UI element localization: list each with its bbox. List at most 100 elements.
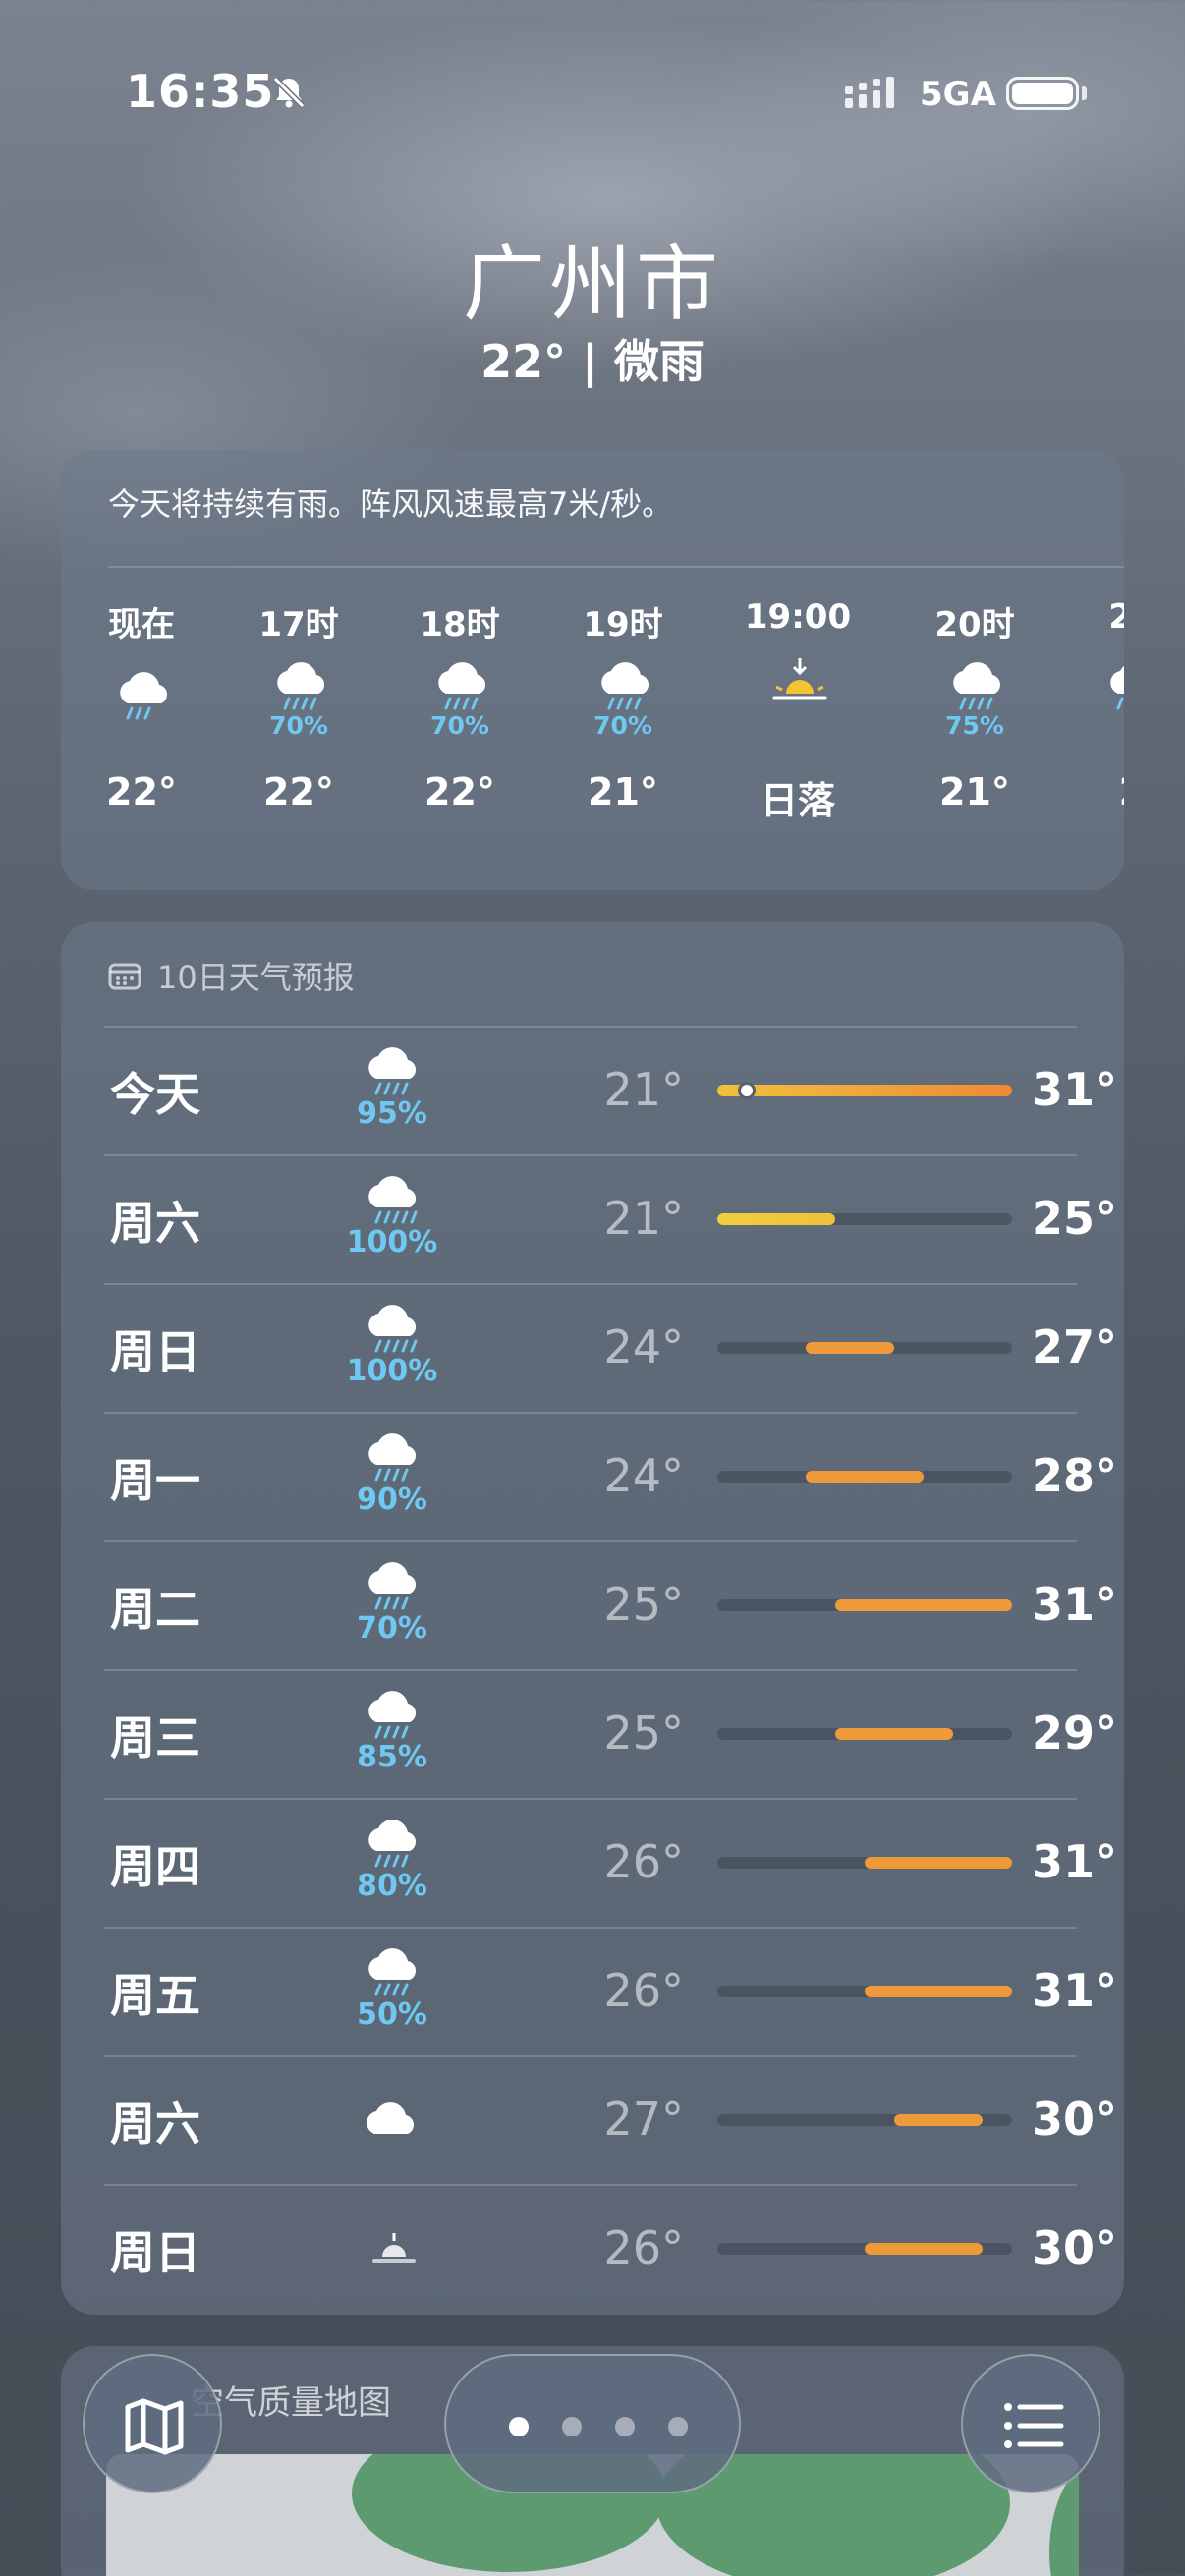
page-dot[interactable] — [509, 2417, 529, 2436]
temperature-range-bar — [835, 1599, 1012, 1611]
daily-precip: 95% — [357, 1096, 427, 1131]
daily-low: 26° — [603, 1835, 684, 1888]
hourly-item: 18时 70% 22° — [391, 597, 529, 872]
hourly-time: 19:00 — [744, 597, 852, 637]
daily-high: 31° — [1032, 1578, 1118, 1631]
hourly-description: 今天将持续有雨。阵风风速最高7米/秒。 — [108, 485, 674, 523]
daily-row[interactable]: 周六 27° 30° — [104, 2055, 1117, 2184]
hourly-precip: 70% — [593, 711, 652, 740]
page-dot[interactable] — [562, 2417, 582, 2436]
daily-day: 周日 — [110, 2226, 200, 2279]
map-icon — [125, 2398, 184, 2455]
temperature-range-bar — [806, 1342, 894, 1354]
daily-row[interactable]: 周三 85% 25° 29° — [104, 1669, 1117, 1798]
daily-day: 周六 — [110, 1197, 200, 1250]
hourly-precip: 7 — [1063, 711, 1124, 740]
cloud-rain-icon — [358, 1426, 426, 1484]
daily-day: 周一 — [110, 1454, 200, 1507]
daily-row[interactable]: 周五 50% 26° 31° — [104, 1927, 1117, 2055]
row-divider — [104, 1669, 1077, 1671]
temperature-range-track — [717, 1342, 1012, 1354]
daily-low: 26° — [603, 2221, 684, 2274]
page-dot[interactable] — [668, 2417, 688, 2436]
daily-high: 29° — [1032, 1707, 1118, 1760]
daily-precip: 100% — [346, 1225, 438, 1260]
daily-high: 30° — [1032, 2093, 1118, 2146]
daily-low: 26° — [603, 1964, 684, 2017]
temperature-range-bar — [894, 2114, 983, 2126]
page-dot[interactable] — [615, 2417, 635, 2436]
cloud-rain-icon — [358, 1039, 426, 1098]
hourly-divider — [108, 566, 1124, 568]
daily-high: 31° — [1032, 1835, 1118, 1888]
hourly-item: 19:00 日落 — [729, 597, 867, 872]
daily-day: 周日 — [110, 1325, 200, 1378]
daily-day: 今天 — [110, 1068, 200, 1121]
daily-low: 27° — [603, 2093, 684, 2146]
hourly-temperature: 21° — [588, 770, 658, 813]
row-divider — [104, 1927, 1077, 1929]
daily-row[interactable]: 周日 100% 24° 27° — [104, 1283, 1117, 1412]
sunset-icon — [768, 654, 831, 713]
temperature-range-bar — [865, 1857, 1012, 1869]
hourly-temperature: 22° — [263, 770, 334, 813]
cloud-rain-icon — [358, 1812, 426, 1871]
daily-high: 25° — [1032, 1192, 1118, 1245]
daily-row[interactable]: 周四 80% 26° 31° — [104, 1798, 1117, 1927]
temperature-range-track — [717, 1471, 1012, 1483]
signal-bars-icon — [845, 77, 894, 108]
temperature-range-bar — [717, 1085, 1012, 1096]
daily-precip: 85% — [357, 1740, 427, 1774]
status-bar: 16:35 5GA — [0, 65, 1185, 128]
daily-day: 周五 — [110, 1969, 200, 2022]
hourly-time: 19时 — [583, 605, 663, 644]
cloud-icon — [358, 2089, 426, 2148]
cloud-drizzle-icon — [112, 664, 175, 723]
ten-day-title: 10日天气预报 — [157, 959, 355, 996]
daily-precip: 70% — [357, 1611, 427, 1646]
status-time: 16:35 — [126, 65, 275, 118]
page-indicator[interactable] — [444, 2354, 741, 2493]
cloud-heavy-rain-icon — [358, 1297, 426, 1356]
temperature-range-track — [717, 1213, 1012, 1225]
daily-row[interactable]: 周六 100% 21° 25° — [104, 1154, 1117, 1283]
daily-low: 21° — [603, 1192, 684, 1245]
map-button[interactable] — [83, 2354, 222, 2493]
bell-slash-icon — [272, 76, 306, 109]
hourly-precip: 70% — [269, 711, 328, 740]
daily-precip: 80% — [357, 1869, 427, 1903]
hourly-precip: 75% — [945, 711, 1004, 740]
sun-haze-icon — [358, 2217, 426, 2276]
daily-row[interactable]: 今天 95% 21° 31° — [104, 1026, 1117, 1154]
hourly-time: 18时 — [420, 605, 500, 644]
cloud-rain-icon — [430, 654, 493, 713]
cloud-rain-icon — [1102, 654, 1124, 713]
hourly-time: 21 — [1108, 597, 1124, 637]
city-list-button[interactable] — [961, 2354, 1100, 2493]
hourly-forecast-card[interactable]: 今天将持续有雨。阵风风速最高7米/秒。 现在 22° 17时 70% 22° 18时 70%… — [61, 450, 1124, 890]
temperature-range-bar — [865, 2243, 983, 2255]
hourly-time: 20时 — [934, 605, 1015, 644]
row-divider — [104, 1798, 1077, 1800]
current-temp-marker — [738, 1082, 756, 1099]
temperature-range-bar — [835, 1728, 953, 1740]
cloud-rain-icon — [358, 1940, 426, 1999]
daily-day: 周三 — [110, 1711, 200, 1764]
daily-row[interactable]: 周二 70% 25° 31° — [104, 1540, 1117, 1669]
battery-icon — [1006, 77, 1079, 110]
cloud-rain-icon — [269, 654, 332, 713]
temperature-range-track — [717, 1728, 1012, 1740]
hourly-temperature: 21° — [939, 770, 1010, 813]
hourly-time: 17时 — [258, 605, 339, 644]
daily-row[interactable]: 周一 90% 24° 28° — [104, 1412, 1117, 1540]
cloud-rain-icon — [358, 1554, 426, 1613]
daily-precip: 50% — [357, 1997, 427, 2032]
hourly-item: 21 7 2 — [1063, 597, 1124, 872]
row-divider — [104, 1412, 1077, 1414]
daily-high: 27° — [1032, 1320, 1118, 1373]
ten-day-forecast-card[interactable]: 10日天气预报 今天 95% 21° 31° 周六 100% 21° 25° 周日 100% 24°… — [61, 922, 1124, 2315]
temperature-range-bar — [865, 1986, 1012, 1997]
list-icon — [1004, 2403, 1064, 2448]
daily-row[interactable]: 周日 26° 30° — [104, 2184, 1117, 2313]
hourly-item: 20时 75% 21° — [906, 597, 1044, 872]
